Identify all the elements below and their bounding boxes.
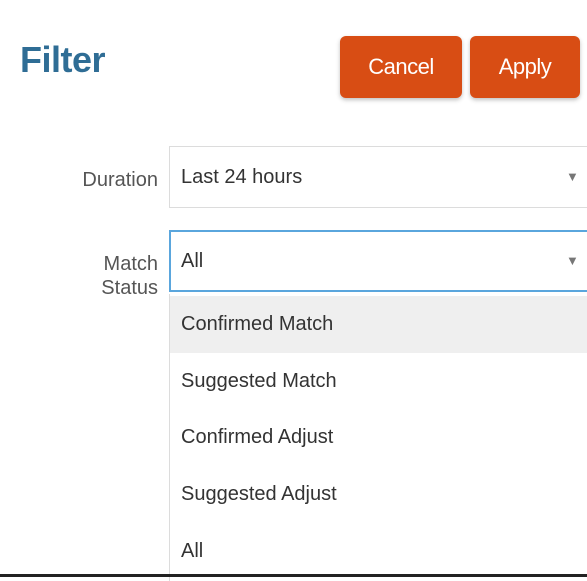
- match-status-label-line2: Status: [101, 277, 158, 299]
- match-status-dropdown: Confirmed Match Suggested Match Confirme…: [169, 294, 587, 581]
- apply-button[interactable]: Apply: [470, 36, 580, 98]
- option-suggested-adjust[interactable]: Suggested Adjust: [170, 466, 587, 523]
- match-status-value: All: [181, 250, 204, 272]
- match-status-select[interactable]: All ▼: [169, 230, 587, 292]
- caret-down-icon: ▼: [566, 253, 579, 268]
- option-confirmed-match[interactable]: Confirmed Match: [170, 296, 587, 353]
- bottom-divider: [0, 574, 587, 577]
- match-status-label-line1: Match: [103, 253, 158, 275]
- option-suggested-match[interactable]: Suggested Match: [170, 353, 587, 410]
- duration-value: Last 24 hours: [181, 166, 303, 188]
- page-title: Filter: [20, 39, 106, 80]
- option-confirmed-adjust[interactable]: Confirmed Adjust: [170, 409, 587, 466]
- option-all[interactable]: All: [170, 523, 587, 580]
- cancel-button[interactable]: Cancel: [340, 36, 462, 98]
- match-status-label: Match Status: [101, 252, 158, 300]
- duration-label: Duration: [82, 169, 158, 191]
- duration-select[interactable]: Last 24 hours ▼: [169, 146, 587, 208]
- caret-down-icon: ▼: [566, 169, 579, 184]
